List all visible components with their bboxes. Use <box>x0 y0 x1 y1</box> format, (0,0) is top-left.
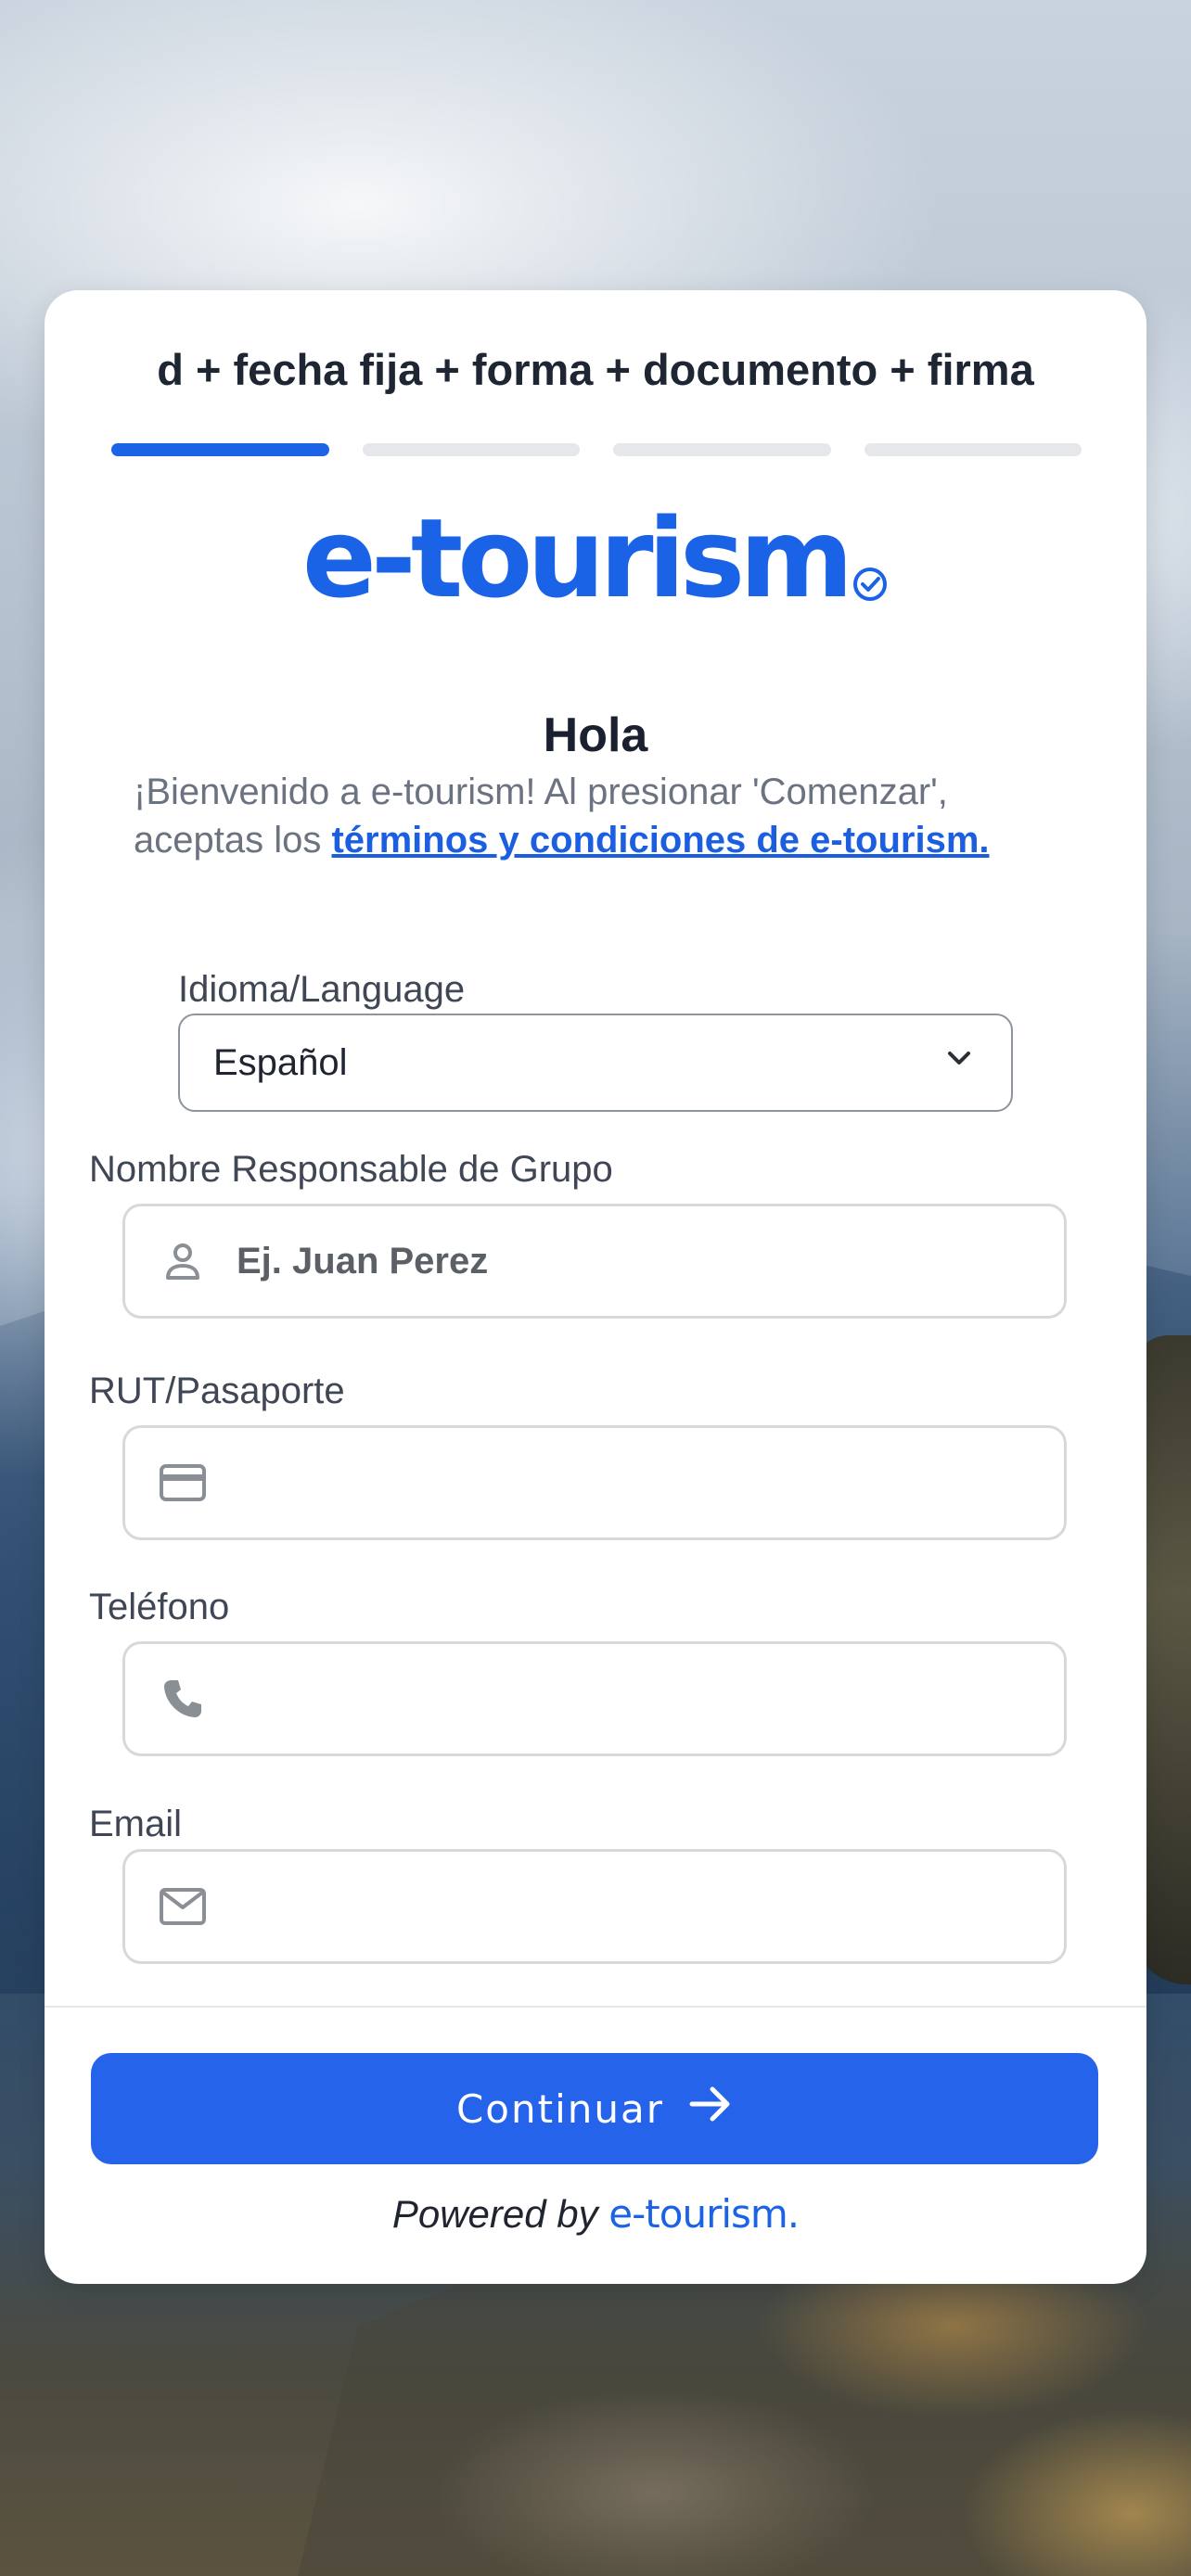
name-field[interactable] <box>122 1204 1067 1319</box>
rut-label: RUT/Pasaporte <box>89 1371 345 1411</box>
card-icon <box>157 1457 209 1509</box>
powered-by-text: Powered by <box>391 2192 598 2236</box>
continue-label: Continuar <box>455 2085 665 2132</box>
arrow-right-icon <box>688 2084 733 2134</box>
step-title: d + fecha fija + forma + documento + fir… <box>157 345 1034 394</box>
progress-step-3 <box>613 443 831 456</box>
progress-step-4 <box>864 443 1082 456</box>
chevron-down-icon <box>941 1039 978 1086</box>
progress-step-1 <box>111 443 329 456</box>
intro-text: ¡Bienvenido a e-tourism! Al presionar 'C… <box>134 768 1061 864</box>
email-field[interactable] <box>122 1849 1067 1964</box>
name-input[interactable] <box>237 1240 1025 1282</box>
phone-label: Teléfono <box>89 1587 230 1627</box>
continue-button[interactable]: Continuar <box>91 2053 1098 2164</box>
language-selected-value: Español <box>213 1041 348 1083</box>
phone-field[interactable] <box>122 1641 1067 1756</box>
registration-card: d + fecha fija + forma + documento + fir… <box>45 290 1146 2284</box>
powered-by: Powered by e-tourism. <box>45 2191 1146 2237</box>
footer-divider <box>45 2006 1146 2008</box>
mail-icon <box>157 1881 209 1932</box>
email-input[interactable] <box>237 1885 1025 1928</box>
progress-bar <box>111 443 1082 456</box>
check-badge-icon <box>852 566 889 607</box>
progress-step-2 <box>362 443 580 456</box>
brand-logo: e-tourism <box>45 504 1146 613</box>
email-label: Email <box>89 1804 183 1844</box>
powered-by-brand: e-tourism. <box>608 2191 800 2237</box>
rut-field[interactable] <box>122 1425 1067 1540</box>
phone-input[interactable] <box>237 1677 1025 1720</box>
rut-input[interactable] <box>237 1461 1025 1504</box>
person-icon <box>157 1235 209 1287</box>
terms-link[interactable]: términos y condiciones de e-tourism. <box>331 820 989 861</box>
greeting-title: Hola <box>543 708 648 762</box>
name-label: Nombre Responsable de Grupo <box>89 1149 613 1190</box>
language-label: Idioma/Language <box>178 969 466 1010</box>
language-select[interactable]: Español <box>178 1014 1013 1112</box>
phone-icon <box>157 1673 209 1725</box>
logo-text: e-tourism <box>301 494 853 622</box>
